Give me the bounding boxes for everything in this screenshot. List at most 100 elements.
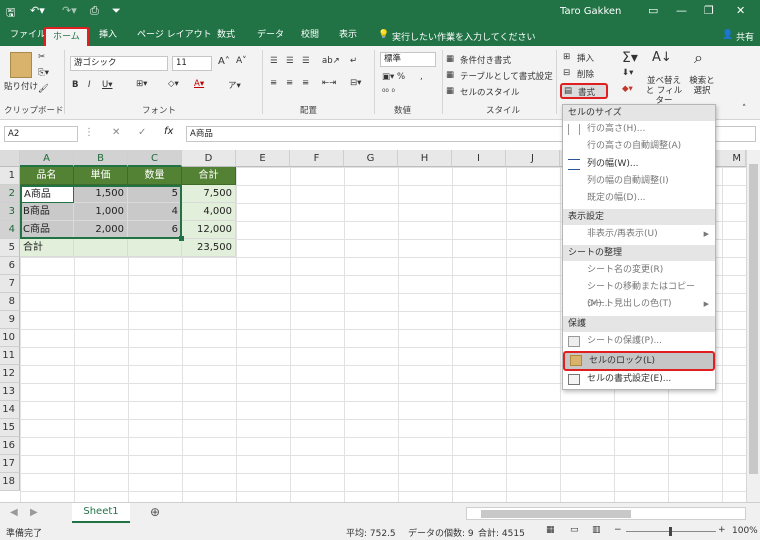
table-cell[interactable]: 1,000 — [74, 203, 128, 221]
table-cell[interactable]: 4 — [128, 203, 182, 221]
save-icon[interactable]: 🖫 — [6, 4, 15, 23]
print-preview-icon[interactable]: ⎙ — [90, 4, 99, 18]
align-middle-icon[interactable]: ☰ — [286, 56, 294, 66]
decimal-icon[interactable]: ⁰⁰ ⁰ — [382, 88, 395, 98]
fill-handle[interactable] — [179, 236, 184, 241]
sheet-tab-sheet1[interactable]: Sheet1 — [72, 503, 130, 523]
menu-item-row-height[interactable]: 行の高さ(H)... — [563, 121, 715, 138]
format-button[interactable]: 書式 — [578, 86, 595, 98]
row-header[interactable]: 4 — [0, 221, 20, 239]
table-header-cell[interactable]: 単価 — [74, 167, 128, 185]
tab-insert[interactable]: 挿入 — [92, 27, 124, 46]
insert-cells-button[interactable]: 挿入 — [577, 52, 594, 64]
close-icon[interactable]: ✕ — [736, 4, 745, 17]
insert-function-icon[interactable]: fx — [164, 126, 173, 137]
cancel-entry-icon[interactable]: ✕ — [112, 127, 120, 138]
align-center-icon[interactable]: ≡ — [286, 78, 293, 88]
zoom-slider-thumb[interactable] — [669, 527, 672, 536]
fill-color-icon[interactable]: ◇▾ — [168, 79, 179, 89]
col-header[interactable]: A — [20, 150, 74, 167]
table-header-cell[interactable]: 合計 — [182, 167, 236, 185]
menu-item-rename-sheet[interactable]: シート名の変更(R) — [563, 262, 715, 279]
horizontal-scrollbar[interactable] — [466, 507, 746, 520]
currency-icon[interactable]: ▣▾ % — [382, 72, 405, 82]
table-cell[interactable]: 12,000 — [182, 221, 236, 239]
cell-style-button[interactable]: セルのスタイル — [460, 86, 520, 98]
minimize-icon[interactable]: — — [676, 4, 687, 17]
zoom-level[interactable]: 100% — [732, 526, 758, 536]
bold-icon[interactable]: B — [72, 80, 78, 90]
menu-item-lock-cell[interactable]: セルのロック(L) — [563, 351, 715, 371]
horizontal-scroll-thumb[interactable] — [481, 510, 631, 518]
row-header[interactable]: 3 — [0, 203, 20, 221]
redo-icon[interactable]: ↷▾ — [62, 4, 77, 17]
autosum-icon[interactable]: Σ▾ — [622, 50, 638, 66]
sheet-next-icon[interactable]: ▶ — [30, 507, 38, 518]
indent-icon[interactable]: ⇤⇥ — [322, 78, 336, 88]
vertical-scroll-thumb[interactable] — [749, 164, 758, 474]
col-header[interactable]: F — [290, 150, 344, 167]
row-header[interactable]: 15 — [0, 419, 20, 437]
delete-cells-button[interactable]: 削除 — [577, 68, 594, 80]
tab-formulas[interactable]: 数式 — [210, 27, 242, 46]
row-header[interactable]: 13 — [0, 383, 20, 401]
tab-view[interactable]: 表示 — [332, 27, 364, 46]
select-all-corner[interactable] — [0, 150, 20, 167]
menu-item-tab-color[interactable]: シート見出しの色(T) ▶ — [563, 296, 715, 313]
table-cell[interactable]: 1,500 — [74, 185, 128, 203]
table-cell[interactable]: 4,000 — [182, 203, 236, 221]
tab-home[interactable]: ホーム — [44, 27, 89, 46]
table-cell[interactable]: 2,000 — [74, 221, 128, 239]
table-cell[interactable]: B商品 — [20, 203, 74, 221]
row-header[interactable]: 12 — [0, 365, 20, 383]
wrap-text-icon[interactable]: ↵ — [350, 56, 357, 66]
menu-item-column-autofit[interactable]: 列の幅の自動調整(I) — [563, 173, 715, 190]
row-header[interactable]: 7 — [0, 275, 20, 293]
page-layout-view-icon[interactable]: ▭ — [570, 525, 579, 535]
align-right-icon[interactable]: ≡ — [302, 78, 309, 88]
font-size-select[interactable]: 11 — [172, 56, 212, 71]
fill-icon[interactable]: ⬇▾ — [622, 68, 633, 78]
table-cell[interactable]: C商品 — [20, 221, 74, 239]
italic-icon[interactable]: I — [88, 80, 91, 90]
table-cell[interactable] — [128, 239, 182, 257]
undo-icon[interactable]: ↶▾ — [30, 4, 45, 17]
tab-page-layout[interactable]: ページ レイアウト — [130, 27, 219, 46]
row-header[interactable]: 5 — [0, 239, 20, 257]
row-header[interactable]: 14 — [0, 401, 20, 419]
row-header[interactable]: 2 — [0, 185, 20, 203]
col-header[interactable]: G — [344, 150, 398, 167]
table-cell-active[interactable]: A商品 — [20, 185, 74, 203]
table-cell[interactable]: 5 — [128, 185, 182, 203]
zoom-out-icon[interactable]: − — [614, 525, 622, 535]
tell-me-box[interactable]: 実行したい作業を入力してください — [392, 30, 535, 43]
table-format-button[interactable]: テーブルとして書式設定 — [460, 70, 553, 82]
row-header[interactable]: 17 — [0, 455, 20, 473]
table-cell[interactable]: 7,500 — [182, 185, 236, 203]
new-sheet-icon[interactable]: ⊕ — [150, 505, 160, 519]
copy-icon[interactable]: ⎘▾ — [38, 68, 49, 78]
merge-center-icon[interactable]: ⊟▾ — [350, 78, 361, 88]
name-box[interactable]: A2 — [4, 126, 78, 142]
row-header[interactable]: 6 — [0, 257, 20, 275]
row-header[interactable]: 10 — [0, 329, 20, 347]
menu-item-row-autofit[interactable]: 行の高さの自動調整(A) — [563, 138, 715, 155]
confirm-entry-icon[interactable]: ✓ — [138, 127, 146, 138]
cut-icon[interactable]: ✂ — [38, 52, 45, 62]
col-header[interactable]: B — [74, 150, 128, 167]
sheet-prev-icon[interactable]: ◀ — [10, 507, 18, 518]
tab-data[interactable]: データ — [250, 27, 291, 46]
menu-item-default-width[interactable]: 既定の幅(D)... — [563, 190, 715, 207]
table-header-cell[interactable]: 数量 — [128, 167, 182, 185]
borders-icon[interactable]: ⊞▾ — [136, 79, 147, 89]
col-header[interactable]: I — [452, 150, 506, 167]
page-break-view-icon[interactable]: ▥ — [592, 525, 601, 535]
number-format-select[interactable]: 標準 — [380, 52, 436, 67]
row-header[interactable]: 8 — [0, 293, 20, 311]
paste-icon[interactable] — [10, 52, 32, 78]
share-icon[interactable]: 👤 — [722, 30, 733, 40]
phonetic-icon[interactable]: ア▾ — [228, 79, 241, 91]
row-header[interactable]: 11 — [0, 347, 20, 365]
find-select-button[interactable]: 検索と 選択 — [688, 76, 716, 96]
table-cell[interactable]: 23,500 — [182, 239, 236, 257]
